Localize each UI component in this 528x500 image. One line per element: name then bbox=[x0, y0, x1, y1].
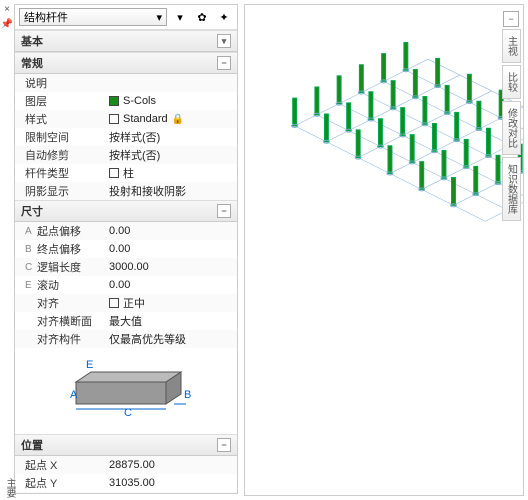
prop-row[interactable]: 对齐横断面最大值 bbox=[15, 312, 237, 330]
prop-row[interactable]: 杆件类型柱 bbox=[15, 164, 237, 182]
prop-label: 自动修剪 bbox=[25, 147, 105, 163]
prop-value[interactable]: 0.00 bbox=[105, 243, 233, 255]
prop-value[interactable]: 0.00 bbox=[105, 279, 233, 291]
3d-viewport[interactable]: − 主视 比较 修改对比 知识数据库 bbox=[244, 4, 524, 496]
prop-label: 阴影显示 bbox=[25, 183, 105, 199]
svg-text:B: B bbox=[184, 389, 191, 401]
column-icon bbox=[109, 168, 119, 178]
collapse-icon: − bbox=[217, 56, 231, 70]
section-dim[interactable]: 尺寸 − bbox=[15, 200, 237, 222]
member-preview: E A B C bbox=[15, 348, 237, 434]
plant-button[interactable]: ✿ bbox=[193, 8, 211, 26]
collapse-icon: − bbox=[217, 438, 231, 452]
view-tab-main[interactable]: 主视 bbox=[502, 29, 521, 63]
type-selector[interactable]: 结构杆件 ▾ bbox=[19, 8, 167, 26]
status-left-label: 主要 bbox=[2, 478, 17, 498]
prop-row[interactable]: 阴影显示投射和接收阴影 bbox=[15, 182, 237, 200]
prop-row[interactable]: 图层S-Cols bbox=[15, 92, 237, 110]
prop-value[interactable]: 0.00 bbox=[105, 225, 233, 237]
prop-value[interactable]: 柱 bbox=[105, 165, 233, 181]
prop-row[interactable]: 限制空间按样式(否) bbox=[15, 128, 237, 146]
pin-icon[interactable]: 📌 bbox=[1, 19, 13, 30]
prop-value[interactable]: 仅最高优先等级 bbox=[105, 331, 233, 347]
prop-value[interactable]: 按样式(否) bbox=[105, 147, 233, 163]
prop-label: A起点偏移 bbox=[25, 223, 105, 239]
prop-row[interactable]: E滚动0.00 bbox=[15, 276, 237, 294]
prop-value[interactable]: 按样式(否) bbox=[105, 129, 233, 145]
prop-row[interactable]: B终点偏移0.00 bbox=[15, 240, 237, 258]
prop-label: 起点 X bbox=[25, 457, 105, 473]
prop-value[interactable]: 28875.00 bbox=[105, 459, 233, 471]
view-tab-db[interactable]: 知识数据库 bbox=[502, 157, 521, 221]
prop-label: C逻辑长度 bbox=[25, 259, 105, 275]
align-icon bbox=[109, 298, 119, 308]
prop-row[interactable]: 起点 Z0.00 bbox=[15, 492, 237, 494]
prop-value[interactable]: 投射和接收阴影 bbox=[105, 183, 233, 199]
prop-row[interactable]: 对齐正中 bbox=[15, 294, 237, 312]
prop-label: E滚动 bbox=[25, 277, 105, 293]
section-basic[interactable]: 基本 ▾ bbox=[15, 30, 237, 52]
prop-label: 限制空间 bbox=[25, 129, 105, 145]
prop-row[interactable]: 起点 Y31035.00 bbox=[15, 474, 237, 492]
type-selected-label: 结构杆件 bbox=[24, 9, 68, 25]
collapse-icon: − bbox=[217, 204, 231, 218]
prop-value[interactable]: 正中 bbox=[105, 295, 233, 311]
prop-value[interactable]: Standard🔒 bbox=[105, 113, 233, 125]
panel-toolbar: 结构杆件 ▾ ▾ ✿ ✦ bbox=[15, 5, 237, 30]
prop-row[interactable]: 对齐构件仅最高优先等级 bbox=[15, 330, 237, 348]
prop-label: 对齐横断面 bbox=[25, 313, 105, 329]
wand-button[interactable]: ✦ bbox=[215, 8, 233, 26]
view-tab-modify[interactable]: 修改对比 bbox=[502, 101, 521, 155]
prop-row[interactable]: 自动修剪按样式(否) bbox=[15, 146, 237, 164]
prop-row[interactable]: 起点 X28875.00 bbox=[15, 456, 237, 474]
prop-value[interactable]: S-Cols bbox=[105, 95, 233, 107]
prop-label: 说明 bbox=[25, 75, 105, 91]
prop-label: 起点 Y bbox=[25, 475, 105, 491]
prop-label: 起点 Z bbox=[25, 493, 105, 494]
expand-icon: ▾ bbox=[217, 34, 231, 48]
prop-value[interactable]: 最大值 bbox=[105, 313, 233, 329]
section-general[interactable]: 常规 − bbox=[15, 52, 237, 74]
prop-value[interactable]: 3000.00 bbox=[105, 261, 233, 273]
prop-row[interactable]: 样式Standard🔒 bbox=[15, 110, 237, 128]
style-icon bbox=[109, 114, 119, 124]
prop-label: 对齐构件 bbox=[25, 331, 105, 347]
prop-row[interactable]: A起点偏移0.00 bbox=[15, 222, 237, 240]
prop-row[interactable]: 说明 bbox=[15, 74, 237, 92]
prop-label: 杆件类型 bbox=[25, 165, 105, 181]
prop-row[interactable]: C逻辑长度3000.00 bbox=[15, 258, 237, 276]
prop-label: B终点偏移 bbox=[25, 241, 105, 257]
list-button[interactable]: ▾ bbox=[171, 8, 189, 26]
svg-text:A: A bbox=[70, 389, 78, 401]
close-icon[interactable]: × bbox=[4, 4, 10, 15]
view-toggle-button[interactable]: − bbox=[503, 11, 519, 27]
svg-text:E: E bbox=[86, 359, 93, 371]
section-pos[interactable]: 位置 − bbox=[15, 434, 237, 456]
prop-label: 对齐 bbox=[25, 295, 105, 311]
prop-label: 样式 bbox=[25, 111, 105, 127]
properties-panel: 结构杆件 ▾ ▾ ✿ ✦ 基本 ▾ 常规 − 说明图层S-Cols样式Stand… bbox=[14, 4, 238, 494]
prop-label: 图层 bbox=[25, 93, 105, 109]
lock-icon: 🔒 bbox=[172, 114, 184, 125]
view-tab-compare[interactable]: 比较 bbox=[502, 65, 521, 99]
prop-value[interactable]: 31035.00 bbox=[105, 477, 233, 489]
chevron-down-icon: ▾ bbox=[156, 11, 162, 24]
